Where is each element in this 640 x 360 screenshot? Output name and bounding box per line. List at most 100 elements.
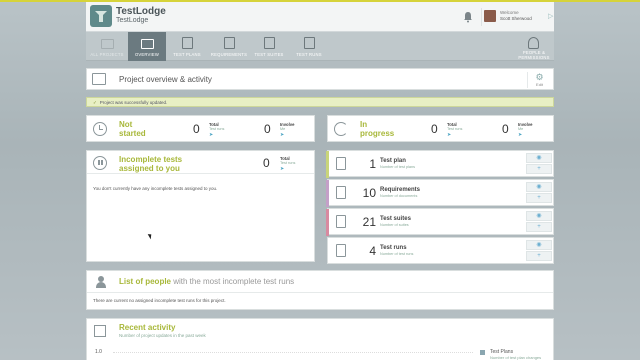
summary-sub: Number of suites	[380, 223, 409, 227]
test-plan-icon	[336, 157, 346, 170]
people-message: There are current no assigned incomplete…	[93, 298, 226, 303]
requirements-icon	[224, 37, 235, 49]
view-eye-icon[interactable]: ◉	[526, 182, 552, 192]
view-eye-icon[interactable]: ◉	[526, 211, 552, 221]
testlodge-logo[interactable]	[90, 5, 112, 27]
bell-icon[interactable]	[462, 11, 474, 23]
alert-message: Project was successfully updated.	[99, 100, 168, 105]
gear-icon: ⚙	[535, 72, 544, 82]
main-nav: ALL PROJECTS OVERVIEW TEST PLANS REQUIRE…	[86, 32, 554, 61]
people-title-strong: List of people	[119, 277, 171, 286]
incomplete-tests-title: Incomplete tests assigned to you	[119, 155, 182, 173]
involve-arrow-icon[interactable]: ➤	[518, 132, 522, 138]
add-plus-icon[interactable]: +	[526, 222, 552, 232]
nav-test-runs[interactable]: TEST RUNS	[290, 32, 328, 61]
title-line: assigned to you	[119, 163, 180, 173]
people-title: List of people with the most incomplete …	[119, 277, 294, 286]
nav-label: PEOPLE & PERMISSIONS	[518, 50, 550, 60]
recent-activity-panel: Recent activity Number of project update…	[86, 318, 554, 360]
not-started-total: 0	[193, 122, 200, 136]
incomplete-count: 0	[263, 156, 270, 170]
summary-count: 1	[369, 157, 376, 171]
involve-arrow-icon[interactable]: ➤	[280, 132, 284, 138]
summary-count: 21	[362, 215, 376, 229]
summary-row-test-runs[interactable]: 4 Test runs Number of test runs ◉ +	[327, 237, 554, 264]
nav-requirements[interactable]: REQUIREMENTS	[210, 32, 248, 61]
success-alert: ✓ Project was successfully updated.	[86, 97, 554, 107]
summary-row-test-plan[interactable]: 1 Test plan Number of test plans ◉ +	[326, 150, 554, 178]
row-color-stripe	[326, 180, 329, 207]
summary-sub: Number of test runs	[380, 252, 414, 256]
pause-icon	[93, 156, 107, 170]
nav-people-permissions[interactable]: PEOPLE & PERMISSIONS	[514, 32, 554, 61]
total-arrow-icon[interactable]: ➤	[447, 132, 451, 138]
total-arrow-icon[interactable]: ➤	[209, 132, 213, 138]
refresh-icon	[334, 122, 348, 136]
project-overview-header: Project overview & activity ⚙ Edit	[86, 68, 554, 90]
edit-button[interactable]: ⚙ Edit	[527, 72, 551, 88]
summary-title[interactable]: Requirements	[380, 187, 420, 193]
view-eye-icon[interactable]: ◉	[526, 240, 552, 250]
summary-sub: Number of documents	[380, 194, 418, 198]
folder-icon	[101, 39, 114, 49]
summary-row-test-suites[interactable]: 21 Test suites Number of suites ◉ +	[326, 208, 554, 236]
view-eye-icon[interactable]: ◉	[526, 153, 552, 163]
nav-label: ALL PROJECTS	[90, 52, 124, 57]
activity-axis-label: 1.0	[95, 349, 102, 355]
chart-icon	[94, 325, 106, 337]
row-actions: ◉ +	[526, 240, 552, 263]
activity-gridline	[113, 352, 473, 353]
incomplete-message: You don't currently have any incomplete …	[93, 186, 218, 191]
legend-sub: Number of test plan changes	[490, 355, 542, 360]
legend-swatch	[480, 350, 485, 355]
in-progress-panel: In progress 0 Total Test runs ➤ 0 Involv…	[327, 115, 554, 142]
add-plus-icon[interactable]: +	[526, 164, 552, 174]
test-suites-icon	[264, 37, 275, 49]
summary-row-requirements[interactable]: 10 Requirements Number of documents ◉ +	[326, 179, 554, 207]
in-progress-total: 0	[431, 122, 438, 136]
row-actions: ◉ +	[526, 182, 552, 205]
nav-label: TEST PLANS	[173, 52, 201, 57]
add-plus-icon[interactable]: +	[526, 251, 552, 261]
nav-test-suites[interactable]: TEST SUITES	[250, 32, 288, 61]
summary-sub: Number of test plans	[380, 165, 416, 169]
nav-overview[interactable]: OVERVIEW	[128, 32, 166, 61]
nav-all-projects[interactable]: ALL PROJECTS	[88, 32, 126, 61]
total-sub: Test runs	[447, 127, 463, 131]
title-line: progress	[360, 128, 395, 138]
chevron-right-icon[interactable]: ▷	[548, 12, 553, 20]
incomplete-tests-panel: Incomplete tests assigned to you 0 Total…	[86, 150, 315, 262]
summary-title[interactable]: Test suites	[380, 216, 411, 222]
summary-title[interactable]: Test runs	[380, 245, 407, 251]
nav-label: TEST SUITES	[254, 52, 284, 57]
app-title[interactable]: TestLodge	[116, 6, 166, 17]
user-name: Scott Sherwood	[500, 16, 532, 21]
welcome-text: Welcome	[500, 10, 519, 15]
nav-label: OVERVIEW	[134, 52, 160, 57]
overview-icon	[141, 39, 154, 49]
nav-test-plans[interactable]: TEST PLANS	[168, 32, 206, 61]
test-runs-doc-icon	[336, 244, 346, 257]
test-suites-doc-icon	[336, 215, 346, 228]
title-line: started	[119, 128, 146, 138]
summary-count: 10	[362, 186, 376, 200]
summary-title[interactable]: Test plan	[380, 158, 406, 164]
summary-count: 4	[369, 244, 376, 258]
row-color-stripe	[326, 209, 329, 236]
in-progress-title: In progress	[360, 120, 395, 138]
not-started-panel: Not started 0 Total Test runs ➤ 0 Involv…	[86, 115, 315, 142]
app-header: TestLodge TestLodge Welcome Scott Sherwo…	[86, 2, 554, 32]
people-title-rest: with the most incomplete test runs	[171, 277, 295, 286]
nav-label: TEST RUNS	[296, 52, 322, 57]
total-arrow-icon[interactable]: ➤	[280, 166, 284, 172]
people-panel: List of people with the most incomplete …	[86, 270, 554, 310]
overview-title: Project overview & activity	[119, 75, 212, 84]
add-plus-icon[interactable]: +	[526, 193, 552, 203]
activity-subtitle: Number of project updates in the past we…	[119, 333, 206, 338]
activity-title: Recent activity	[119, 323, 176, 332]
monitor-icon	[92, 73, 106, 85]
total-sub: Test runs	[280, 161, 296, 165]
test-runs-icon	[304, 37, 315, 49]
row-actions: ◉ +	[526, 153, 552, 176]
user-menu[interactable]: Welcome Scott Sherwood	[481, 8, 541, 26]
